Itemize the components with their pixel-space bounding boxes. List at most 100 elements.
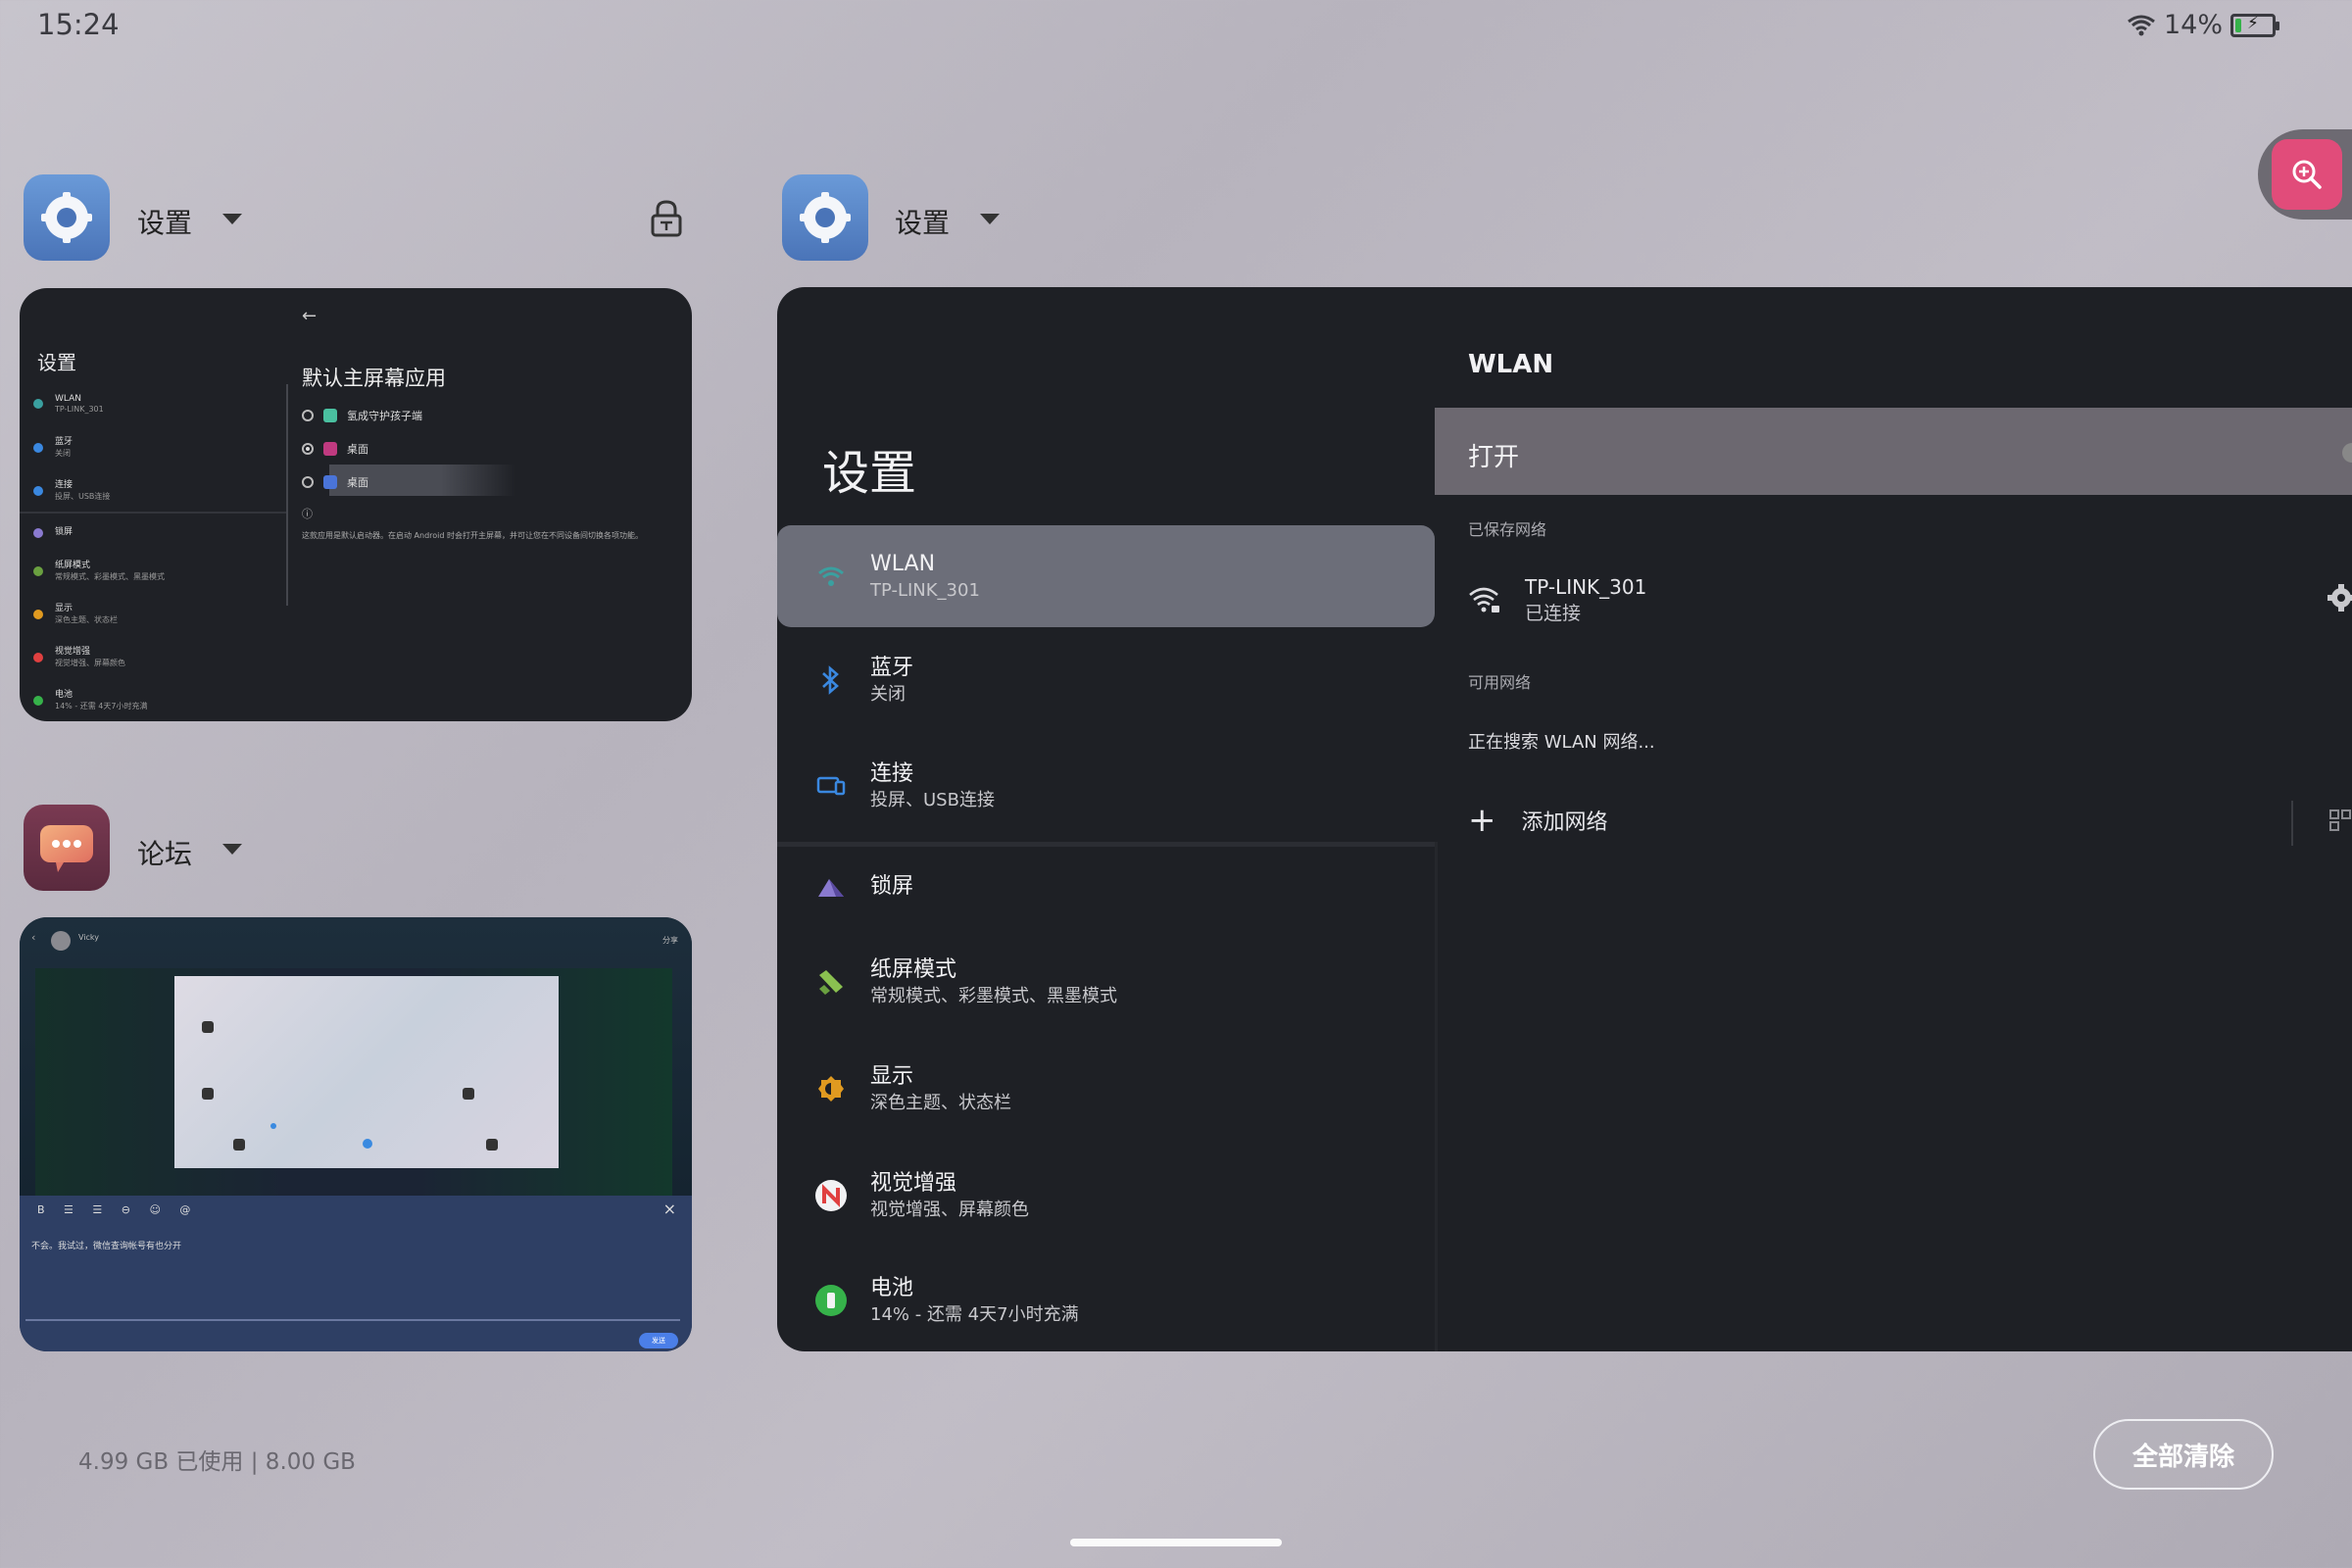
lock-icon xyxy=(651,200,682,237)
forum-user-name: Vicky xyxy=(78,933,99,942)
zoom-in-icon xyxy=(2292,160,2322,189)
thumb-item-bluetooth: 蓝牙 关闭 xyxy=(33,437,73,459)
settings-item-sub: 深色主题、状态栏 xyxy=(870,1093,1011,1113)
add-network-button[interactable]: + 添加网络 xyxy=(1468,801,1608,840)
app-title-forum[interactable]: 论坛 xyxy=(137,833,192,872)
thumb-option-label: 桌面 xyxy=(347,443,368,456)
dot xyxy=(363,1139,372,1149)
settings-item-bluetooth[interactable]: 蓝牙 关闭 xyxy=(777,629,1435,731)
settings-item-sub: 投屏、USB连接 xyxy=(870,790,995,810)
chevron-down-icon[interactable] xyxy=(222,844,242,855)
post-image xyxy=(174,976,559,1168)
settings-item-paper-mode[interactable]: 纸屏模式常规模式、彩墨模式、黑墨模式 xyxy=(777,931,1435,1033)
app-icon xyxy=(323,442,337,456)
thumb-item-sub: 深色主题、状态栏 xyxy=(55,615,118,624)
plus-icon: + xyxy=(1468,801,1496,840)
settings-item-wlan[interactable]: WLAN TP-LINK_301 xyxy=(777,525,1435,627)
settings-app-icon[interactable] xyxy=(782,174,868,261)
forum-app-icon[interactable] xyxy=(24,805,110,891)
app-icon xyxy=(463,1088,474,1100)
available-networks-header: 可用网络 xyxy=(1468,673,1532,692)
chevron-down-icon[interactable] xyxy=(980,214,1000,224)
settings-item-battery[interactable]: 电池 14% - 还需 4天7小时充满 xyxy=(777,1250,1435,1351)
settings-item-label: 纸屏模式 xyxy=(870,957,957,982)
wifi-icon xyxy=(814,560,848,593)
saved-networks-header: 已保存网络 xyxy=(1468,520,1547,539)
lock-screen-icon xyxy=(814,870,848,904)
settings-item-display[interactable]: 显示深色主题、状态栏 xyxy=(777,1038,1435,1140)
app-title-settings[interactable]: 设置 xyxy=(137,202,192,241)
wlan-title: WLAN xyxy=(1468,350,1554,379)
vision-icon xyxy=(33,653,43,662)
info-icon: ⓘ xyxy=(302,508,313,520)
battery-icon: ⚡ xyxy=(2230,13,2279,37)
app-icon xyxy=(202,1088,214,1100)
thumb-option-label: 氢成守护孩子端 xyxy=(347,410,422,422)
thumb-divider xyxy=(286,384,288,606)
thumb-item-label: 电池 xyxy=(55,690,74,700)
status-icons: 14% ⚡ xyxy=(2127,10,2279,40)
settings-item-label: 连接 xyxy=(870,761,914,786)
thumb-item-display: 显示 深色主题、状态栏 xyxy=(33,604,118,625)
wifi-icon xyxy=(33,399,43,409)
share-button: 分享 xyxy=(662,936,678,945)
app-title-settings[interactable]: 设置 xyxy=(895,202,950,241)
thumb-item-wlan: WLAN TP-LINK_301 xyxy=(33,394,104,414)
add-network-label: 添加网络 xyxy=(1521,810,1608,835)
display-icon xyxy=(814,1072,848,1105)
app-icon xyxy=(202,1021,214,1033)
recent-app-card-forum[interactable]: ‹ Vicky 分享 B ☰ ☰ ⊖ ☺ @ × 不会。我试过，微信查询帐号有也… xyxy=(20,917,692,1351)
cast-icon xyxy=(33,486,43,496)
thumb-item-label: 蓝牙 xyxy=(55,437,74,447)
lock-screen-icon xyxy=(33,527,43,538)
chevron-down-icon[interactable] xyxy=(222,214,242,224)
thumb-item-label: 连接 xyxy=(55,480,74,490)
thumb-option: 氢成守护孩子端 xyxy=(302,408,422,423)
editor-toolbar: B ☰ ☰ ⊖ ☺ @ xyxy=(37,1203,199,1216)
network-settings-icon[interactable] xyxy=(2327,583,2352,612)
app-icon xyxy=(233,1139,245,1151)
settings-item-label: 视觉增强 xyxy=(870,1171,957,1196)
close-icon: × xyxy=(662,1200,676,1218)
thumb-item-connect: 连接 投屏、USB连接 xyxy=(33,480,110,502)
forum-post-area: ‹ Vicky 分享 xyxy=(20,917,692,1196)
thumb-option: 桌面 xyxy=(302,474,368,490)
settings-item-sub: 常规模式、彩墨模式、黑墨模式 xyxy=(870,986,1117,1006)
settings-item-label: 电池 xyxy=(870,1276,914,1300)
thumb-detail-title: 默认主屏幕应用 xyxy=(302,367,446,390)
settings-item-label: 蓝牙 xyxy=(870,656,914,680)
settings-item-lock-screen[interactable]: 锁屏 xyxy=(777,836,1435,938)
thumb-settings-title: 设置 xyxy=(37,351,76,374)
settings-item-label: 显示 xyxy=(870,1064,914,1089)
radio-icon xyxy=(302,476,314,488)
clear-all-button[interactable]: 全部清除 xyxy=(2093,1419,2274,1490)
settings-item-connect[interactable]: 连接投屏、USB连接 xyxy=(777,735,1435,837)
wlan-toggle-switch[interactable] xyxy=(2342,443,2352,463)
wlan-toggle-row[interactable]: 打开 xyxy=(1435,408,2352,495)
dot xyxy=(270,1123,276,1129)
back-arrow-icon: ← xyxy=(302,306,318,326)
display-icon xyxy=(33,610,43,619)
qr-scan-icon[interactable] xyxy=(2328,808,2352,832)
wifi-lock-icon xyxy=(1469,587,1499,612)
lock-app-button[interactable] xyxy=(649,199,684,242)
recent-app-card-settings-main[interactable]: 设置 WLAN TP-LINK_301 蓝牙 关闭 连接 投屏、USB连接 锁屏… xyxy=(777,287,2352,1351)
settings-item-label: 锁屏 xyxy=(870,874,914,899)
thumb-item-sub: 视觉增强、屏幕颜色 xyxy=(55,659,125,667)
radio-icon xyxy=(302,410,314,421)
thumb-separator xyxy=(20,512,286,514)
saved-network-row[interactable]: TP-LINK_301 已连接 xyxy=(1468,573,1646,626)
thumb-item-battery: 电池 14% - 还需 4天7小时充满 xyxy=(33,690,147,711)
settings-app-icon[interactable] xyxy=(24,174,110,261)
gear-icon xyxy=(41,192,92,243)
thumb-item-sub: TP-LINK_301 xyxy=(55,405,104,414)
paper-mode-icon xyxy=(33,566,43,576)
battery-percent: 14% xyxy=(2163,10,2223,40)
settings-item-vision[interactable]: 视觉增强 视觉增强、屏幕颜色 xyxy=(777,1145,1435,1247)
settings-item-sub: TP-LINK_301 xyxy=(870,580,980,601)
cast-icon xyxy=(814,769,848,803)
recent-app-card-settings[interactable]: ← 设置 WLAN TP-LINK_301 蓝牙 关闭 连接 投屏、USB连接 锁屏 … xyxy=(20,288,692,721)
zoom-button[interactable] xyxy=(2272,139,2342,210)
home-indicator[interactable] xyxy=(1070,1539,1282,1546)
memory-usage: 4.99 GB 已使用 | 8.00 GB xyxy=(78,1449,356,1475)
